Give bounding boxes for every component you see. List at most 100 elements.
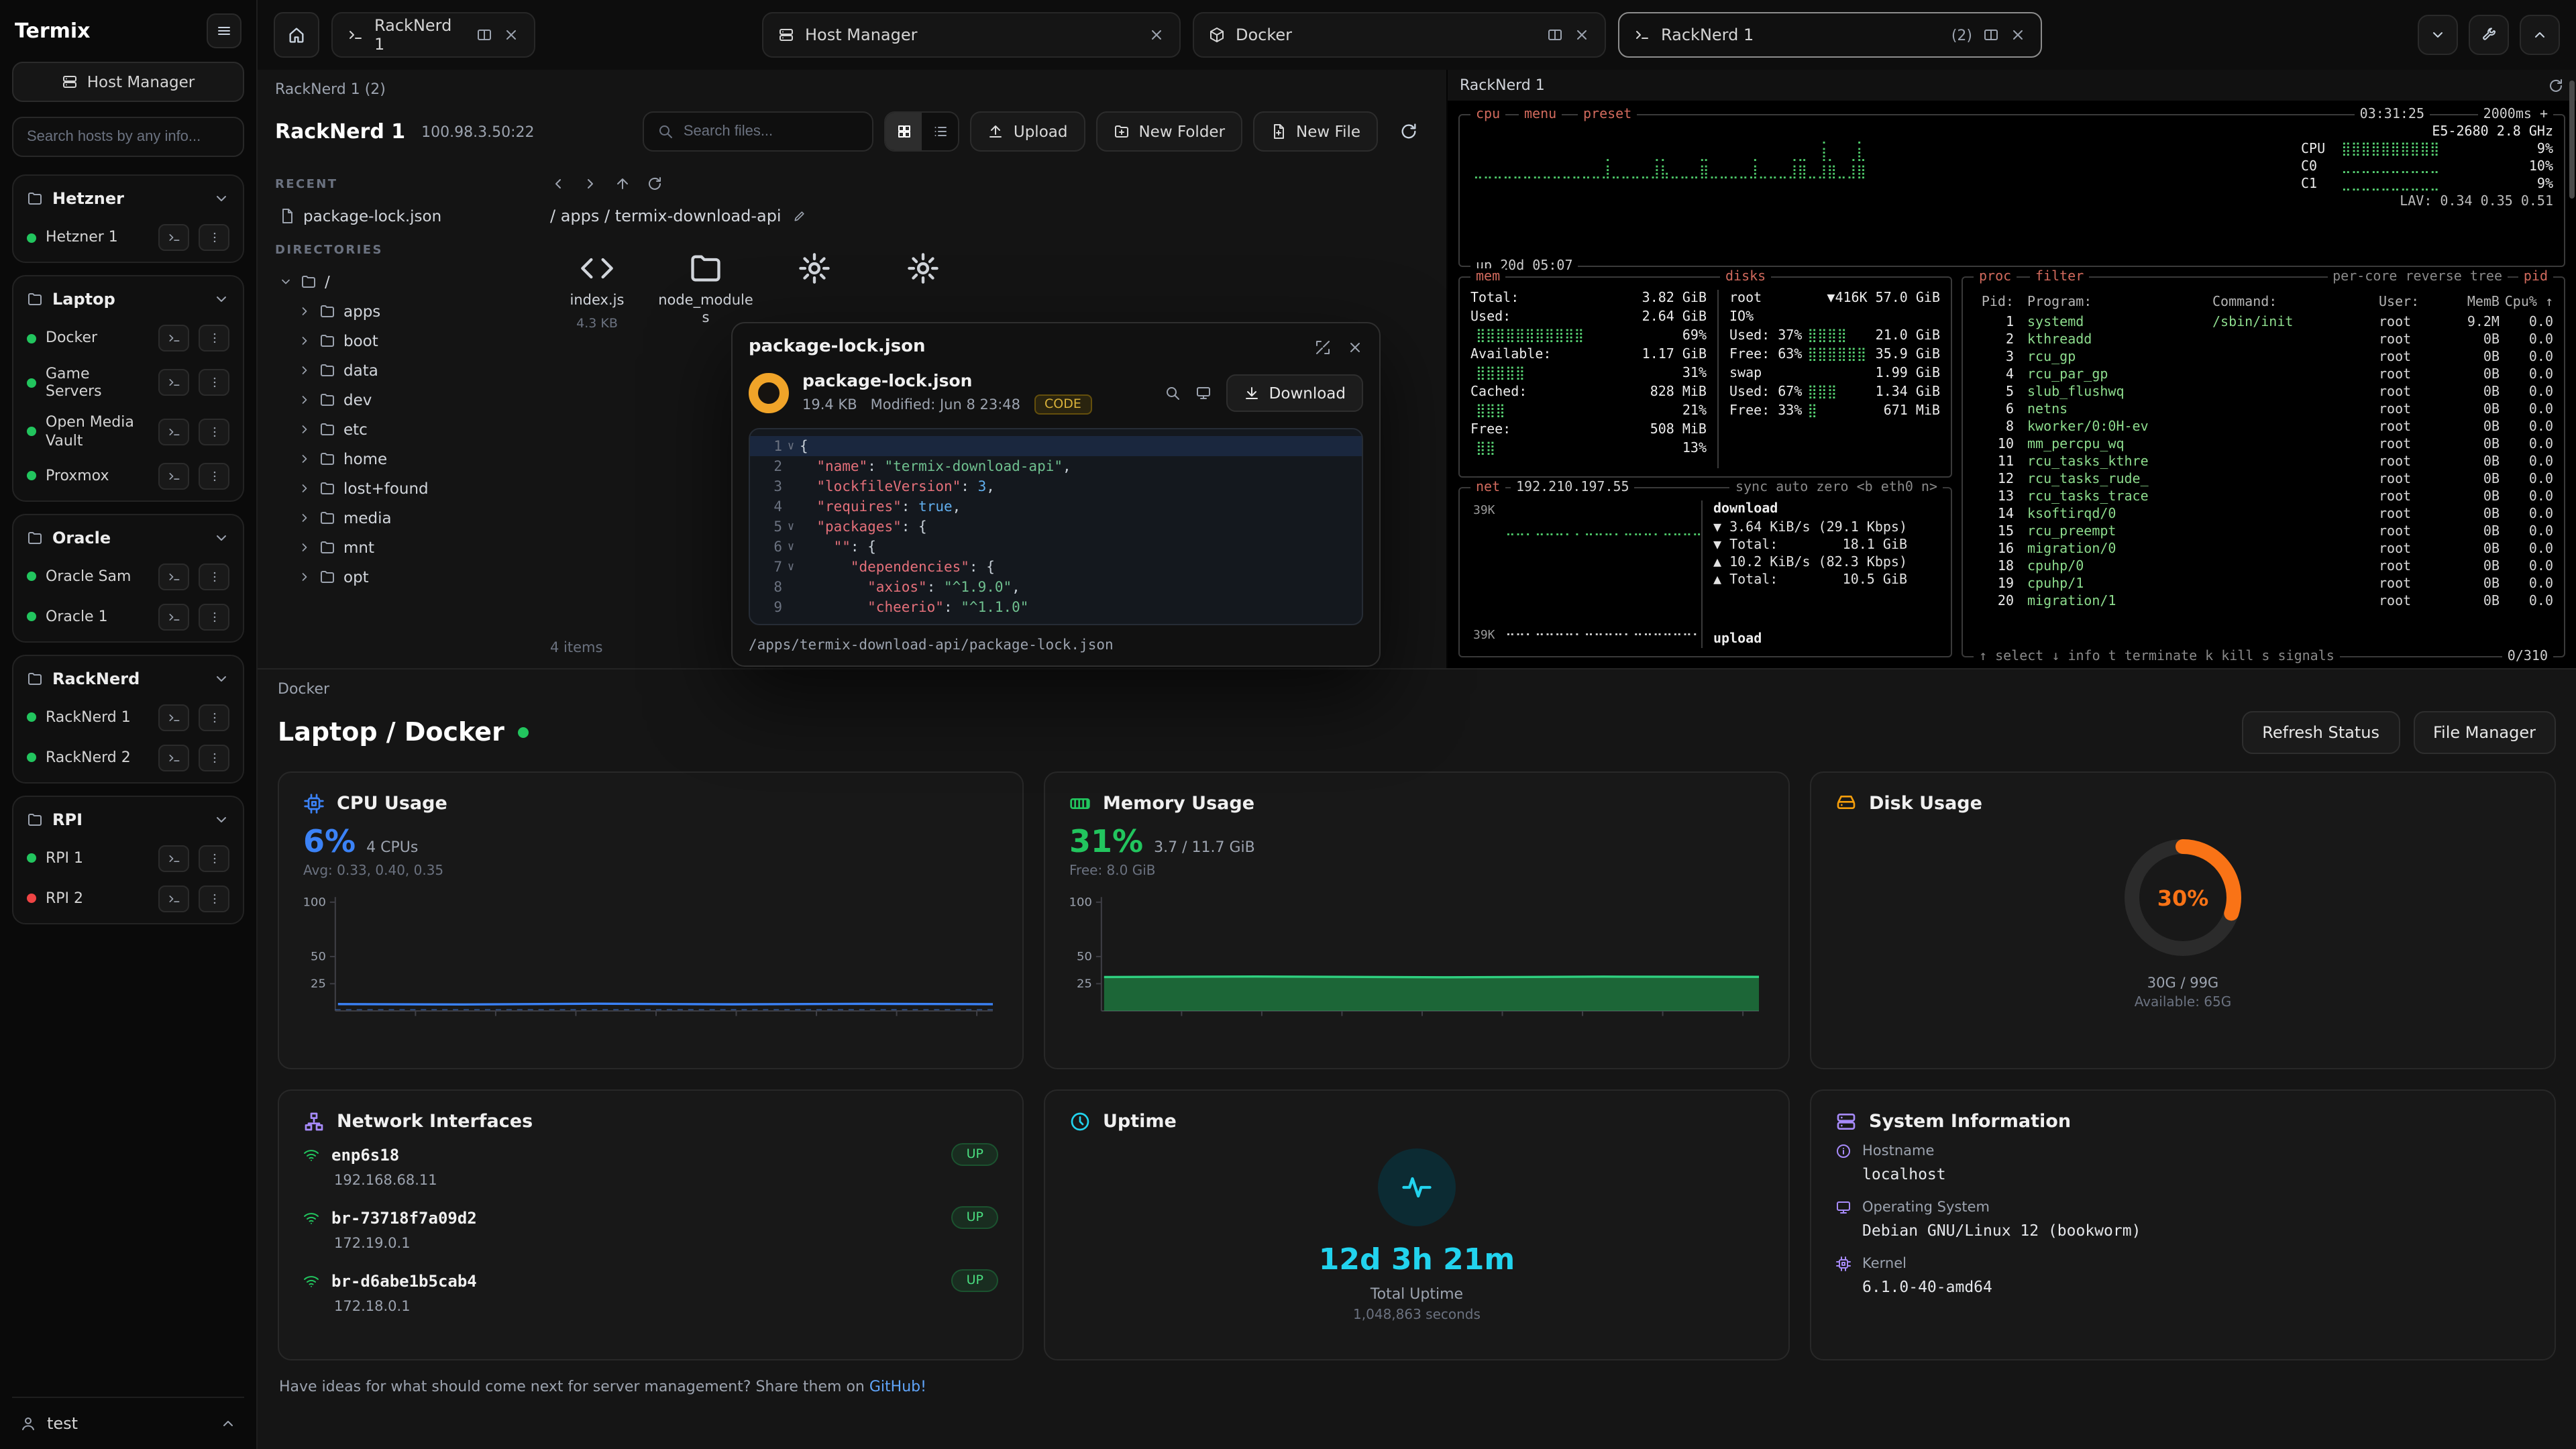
host-item[interactable]: RackNerd 1 xyxy=(17,698,239,738)
refresh-icon[interactable] xyxy=(647,176,663,192)
host-item[interactable]: RPI 2 xyxy=(17,879,239,919)
process-row[interactable]: 13 rcu_tasks_trace root 0B 0.0 xyxy=(1974,488,2553,506)
host-search-input[interactable] xyxy=(12,117,244,157)
close-icon[interactable] xyxy=(1347,339,1363,355)
home-button[interactable] xyxy=(274,12,319,58)
split-view-icon[interactable] xyxy=(476,27,492,43)
process-row[interactable]: 10 mm_percpu_wq root 0B 0.0 xyxy=(1974,436,2553,453)
search-in-file-icon[interactable] xyxy=(1165,384,1181,400)
process-row[interactable]: 14 ksoftirqd/0 root 0B 0.0 xyxy=(1974,506,2553,523)
tree-directory-item[interactable]: opt xyxy=(275,562,514,592)
preset-label[interactable]: preset xyxy=(1578,106,1637,123)
up-directory-icon[interactable] xyxy=(614,176,631,192)
process-row[interactable]: 1 systemd /sbin/init root 9.2M 0.0 xyxy=(1974,314,2553,331)
process-row[interactable]: 2 kthreadd root 0B 0.0 xyxy=(1974,331,2553,349)
host-menu-button[interactable] xyxy=(199,564,229,590)
github-link[interactable]: GitHub! xyxy=(869,1378,926,1395)
chevron-right-icon[interactable] xyxy=(298,570,311,584)
tab-list-button[interactable] xyxy=(2418,15,2458,55)
chevron-right-icon[interactable] xyxy=(298,482,311,495)
host-connect-button[interactable] xyxy=(158,418,189,445)
chevron-right-icon[interactable] xyxy=(298,541,311,554)
breadcrumb-path[interactable]: / apps / termix-download-api xyxy=(550,207,782,225)
process-row[interactable]: 12 rcu_tasks_rude_ root 0B 0.0 xyxy=(1974,471,2553,488)
file-grid-item[interactable]: index.js 4.3 KB xyxy=(547,246,647,335)
pid-sort-label[interactable]: pid xyxy=(2518,268,2553,286)
refresh-icon[interactable] xyxy=(2548,77,2564,93)
host-item[interactable]: Docker xyxy=(17,318,239,358)
refresh-files-button[interactable] xyxy=(1389,111,1429,152)
file-search-input[interactable] xyxy=(684,123,859,140)
process-row[interactable]: 4 rcu_par_gp root 0B 0.0 xyxy=(1974,366,2553,384)
close-icon[interactable] xyxy=(1148,27,1165,43)
scrollbar-thumb[interactable] xyxy=(2569,80,2575,199)
upload-button[interactable]: Upload xyxy=(971,111,1085,152)
host-menu-button[interactable] xyxy=(199,369,229,396)
close-icon[interactable] xyxy=(503,27,519,43)
list-view-button[interactable] xyxy=(922,113,959,150)
process-row[interactable]: 6 netns root 0B 0.0 xyxy=(1974,401,2553,419)
chevron-down-icon[interactable] xyxy=(213,671,229,687)
tools-button[interactable] xyxy=(2469,15,2509,55)
host-menu-button[interactable] xyxy=(199,325,229,352)
chevron-right-icon[interactable] xyxy=(298,511,311,525)
process-row[interactable]: 5 slub_flushwq root 0B 0.0 xyxy=(1974,384,2553,401)
net-controls[interactable]: sync auto zero <b eth0 n> xyxy=(1730,479,1943,496)
code-preview[interactable]: 1 ∨ { 2 ∨ "name": "termix-download-api", xyxy=(749,428,1363,625)
host-item[interactable]: Open Media Vault xyxy=(17,407,239,456)
process-row[interactable]: 19 cpuhp/1 root 0B 0.0 xyxy=(1974,576,2553,593)
host-connect-button[interactable] xyxy=(158,604,189,631)
tree-root-item[interactable]: / xyxy=(275,267,514,297)
host-menu-button[interactable] xyxy=(199,885,229,912)
host-menu-button[interactable] xyxy=(199,224,229,251)
tree-directory-item[interactable]: dev xyxy=(275,385,514,415)
file-grid-item[interactable]: node_modules xyxy=(656,246,755,335)
host-item[interactable]: Hetzner 1 xyxy=(17,217,239,258)
close-icon[interactable] xyxy=(2010,27,2026,43)
file-grid-item[interactable] xyxy=(765,246,864,335)
open-in-editor-icon[interactable] xyxy=(1195,384,1212,400)
host-menu-button[interactable] xyxy=(199,604,229,631)
host-menu-button[interactable] xyxy=(199,845,229,872)
host-item[interactable]: Oracle 1 xyxy=(17,597,239,637)
host-connect-button[interactable] xyxy=(158,224,189,251)
expand-icon[interactable] xyxy=(1315,339,1331,355)
new-file-button[interactable]: New File xyxy=(1253,111,1378,152)
grid-view-button[interactable] xyxy=(886,113,922,150)
process-row[interactable]: 20 migration/1 root 0B 0.0 xyxy=(1974,593,2553,610)
host-connect-button[interactable] xyxy=(158,564,189,590)
chevron-down-icon[interactable] xyxy=(213,530,229,546)
recent-file-item[interactable]: package-lock.json xyxy=(275,201,514,231)
terminal-screen[interactable]: cpu menu preset 03:31:25 2000ms + ⠀⠀⠀⠀⠀⠀… xyxy=(1448,101,2576,668)
tab-racknerd1-terminal[interactable]: RackNerd 1 xyxy=(331,12,535,58)
tree-directory-item[interactable]: media xyxy=(275,503,514,533)
host-item[interactable]: Proxmox xyxy=(17,456,239,496)
host-group-header[interactable]: RPI xyxy=(17,801,239,839)
split-view-icon[interactable] xyxy=(1547,27,1563,43)
tab-racknerd1-files[interactable]: RackNerd 1 (2) xyxy=(1618,12,2042,58)
chevron-right-icon[interactable] xyxy=(298,305,311,318)
menu-label[interactable]: menu xyxy=(1519,106,1562,123)
split-view-icon[interactable] xyxy=(1983,27,1999,43)
tree-directory-item[interactable]: etc xyxy=(275,415,514,444)
host-group-header[interactable]: RackNerd xyxy=(17,660,239,698)
host-connect-button[interactable] xyxy=(158,704,189,731)
chevron-down-icon[interactable] xyxy=(213,812,229,828)
tree-directory-item[interactable]: apps xyxy=(275,297,514,326)
host-connect-button[interactable] xyxy=(158,885,189,912)
download-button[interactable]: Download xyxy=(1226,374,1363,411)
process-row[interactable]: 15 rcu_preempt root 0B 0.0 xyxy=(1974,523,2553,541)
host-manager-button[interactable]: Host Manager xyxy=(12,62,244,102)
host-group-header[interactable]: Hetzner xyxy=(17,180,239,217)
host-connect-button[interactable] xyxy=(158,325,189,352)
host-connect-button[interactable] xyxy=(158,745,189,771)
process-row[interactable]: 3 rcu_gp root 0B 0.0 xyxy=(1974,349,2553,366)
fold-icon[interactable]: ∨ xyxy=(782,540,800,553)
proc-options[interactable]: per-core reverse tree xyxy=(2327,268,2508,286)
tab-host-manager[interactable]: Host Manager xyxy=(762,12,1181,58)
host-connect-button[interactable] xyxy=(158,463,189,490)
refresh-status-button[interactable]: Refresh Status xyxy=(2242,711,2400,754)
host-item[interactable]: RackNerd 2 xyxy=(17,738,239,778)
chevron-right-icon[interactable] xyxy=(298,393,311,407)
chevron-down-icon[interactable] xyxy=(279,275,292,288)
